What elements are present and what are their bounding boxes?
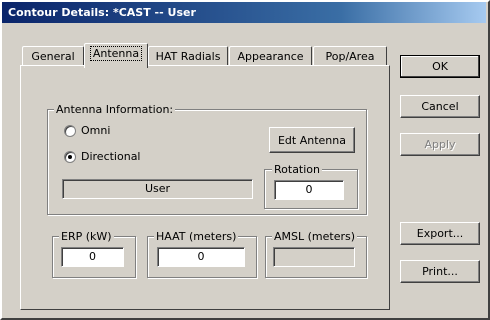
apply-button[interactable]: Apply: [400, 133, 480, 156]
tab-label: Appearance: [237, 50, 304, 63]
haat-input[interactable]: 0: [157, 247, 245, 267]
amsl-legend: AMSL (meters): [272, 230, 358, 243]
tab-hat-radials[interactable]: HAT Radials: [148, 46, 228, 66]
tab-appearance[interactable]: Appearance: [229, 46, 312, 66]
edit-antenna-label: Edt Antenna: [277, 134, 346, 147]
cancel-button[interactable]: Cancel: [400, 95, 480, 118]
erp-value: 0: [89, 250, 96, 263]
haat-legend: HAAT (meters): [154, 230, 239, 243]
ok-button[interactable]: OK: [400, 55, 480, 78]
directional-radio[interactable]: [64, 151, 76, 163]
haat-value: 0: [197, 250, 205, 263]
rotation-value: 0: [305, 183, 313, 196]
antenna-pattern-field: User: [62, 179, 253, 199]
radio-selected-dot: [68, 155, 72, 159]
cancel-label: Cancel: [421, 100, 459, 113]
print-button[interactable]: Print...: [400, 260, 480, 283]
tab-label: Antenna: [89, 46, 143, 61]
apply-label: Apply: [424, 138, 456, 151]
export-label: Export...: [416, 227, 464, 240]
tab-label: HAT Radials: [155, 50, 221, 63]
export-button[interactable]: Export...: [400, 222, 480, 245]
tab-panel-antenna: Antenna Information: Omni Directional Ed…: [20, 65, 390, 310]
title-bar[interactable]: Contour Details: *CAST -- User: [2, 2, 486, 23]
window-title: Contour Details: *CAST -- User: [8, 6, 196, 19]
omni-radio[interactable]: [64, 125, 76, 137]
tab-label: General: [31, 50, 75, 63]
amsl-field: [273, 247, 355, 267]
directional-label: Directional: [81, 150, 141, 163]
tab-antenna[interactable]: Antenna: [84, 43, 148, 68]
antenna-pattern-value: User: [144, 182, 171, 195]
antenna-information-legend: Antenna Information:: [54, 103, 176, 116]
tab-label: Pop/Area: [325, 50, 375, 63]
rotation-input[interactable]: 0: [274, 180, 344, 200]
tab-general[interactable]: General: [22, 46, 84, 66]
edit-antenna-button[interactable]: Edt Antenna: [269, 127, 355, 153]
erp-input[interactable]: 0: [61, 247, 124, 267]
rotation-legend: Rotation: [272, 163, 323, 176]
ok-label: OK: [432, 60, 448, 73]
erp-legend: ERP (kW): [59, 230, 114, 243]
tab-pop-area[interactable]: Pop/Area: [313, 46, 387, 66]
omni-label: Omni: [81, 124, 111, 137]
print-label: Print...: [422, 265, 458, 278]
